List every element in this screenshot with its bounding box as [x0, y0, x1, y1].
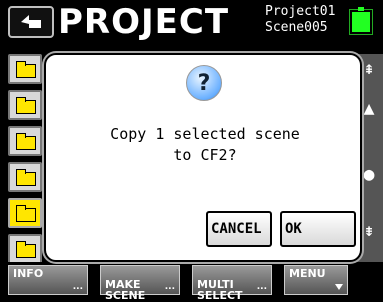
make-scene-label: MAKE SCENE [105, 278, 146, 302]
project-info: Project01 Scene005 [265, 4, 345, 36]
multi-select-button[interactable]: MULTI SELECT ... [192, 265, 272, 301]
ok-button[interactable]: OK [280, 211, 356, 247]
folder-up-icon [16, 61, 36, 78]
confirm-dialog: ? Copy 1 selected scene to CF2? CANCEL O… [44, 53, 362, 262]
folder-list [8, 54, 42, 264]
battery-icon [350, 7, 372, 34]
folder-icon [16, 97, 36, 114]
folder-item[interactable] [8, 126, 42, 156]
project-name: Project01 [265, 4, 336, 19]
back-arrow-icon [21, 15, 41, 28]
info-label: INFO [13, 267, 44, 280]
menu-button[interactable]: MENU [284, 265, 348, 295]
folder-icon [16, 133, 36, 150]
page-title: PROJECT [58, 2, 230, 42]
title-bar: PROJECT Project01 Scene005 [0, 0, 383, 44]
menu-label: MENU [289, 267, 326, 280]
dialog-message: Copy 1 selected scene to CF2? [110, 125, 300, 164]
function-bar: INFO ... MAKE SCENE ... MULTI SELECT ...… [0, 262, 383, 301]
question-icon: ? [186, 65, 222, 101]
folder-item[interactable] [8, 234, 42, 264]
multi-select-label: MULTI SELECT [197, 278, 243, 302]
screen: PROJECT Project01 Scene005 ⇞ ▲ ● ⇟ INFO … [0, 0, 383, 301]
folder-icon [16, 169, 36, 186]
folder-item-selected[interactable] [8, 198, 42, 228]
scene-name: Scene005 [265, 20, 328, 35]
info-button[interactable]: INFO ... [8, 265, 88, 295]
back-button[interactable] [8, 6, 54, 38]
parent-folder-button[interactable] [8, 54, 42, 84]
make-scene-button[interactable]: MAKE SCENE ... [100, 265, 180, 301]
current-folder-icon [16, 241, 36, 258]
folder-item[interactable] [8, 162, 42, 192]
folder-item[interactable] [8, 90, 42, 120]
cancel-button[interactable]: CANCEL [206, 211, 272, 247]
folder-icon [16, 205, 36, 222]
